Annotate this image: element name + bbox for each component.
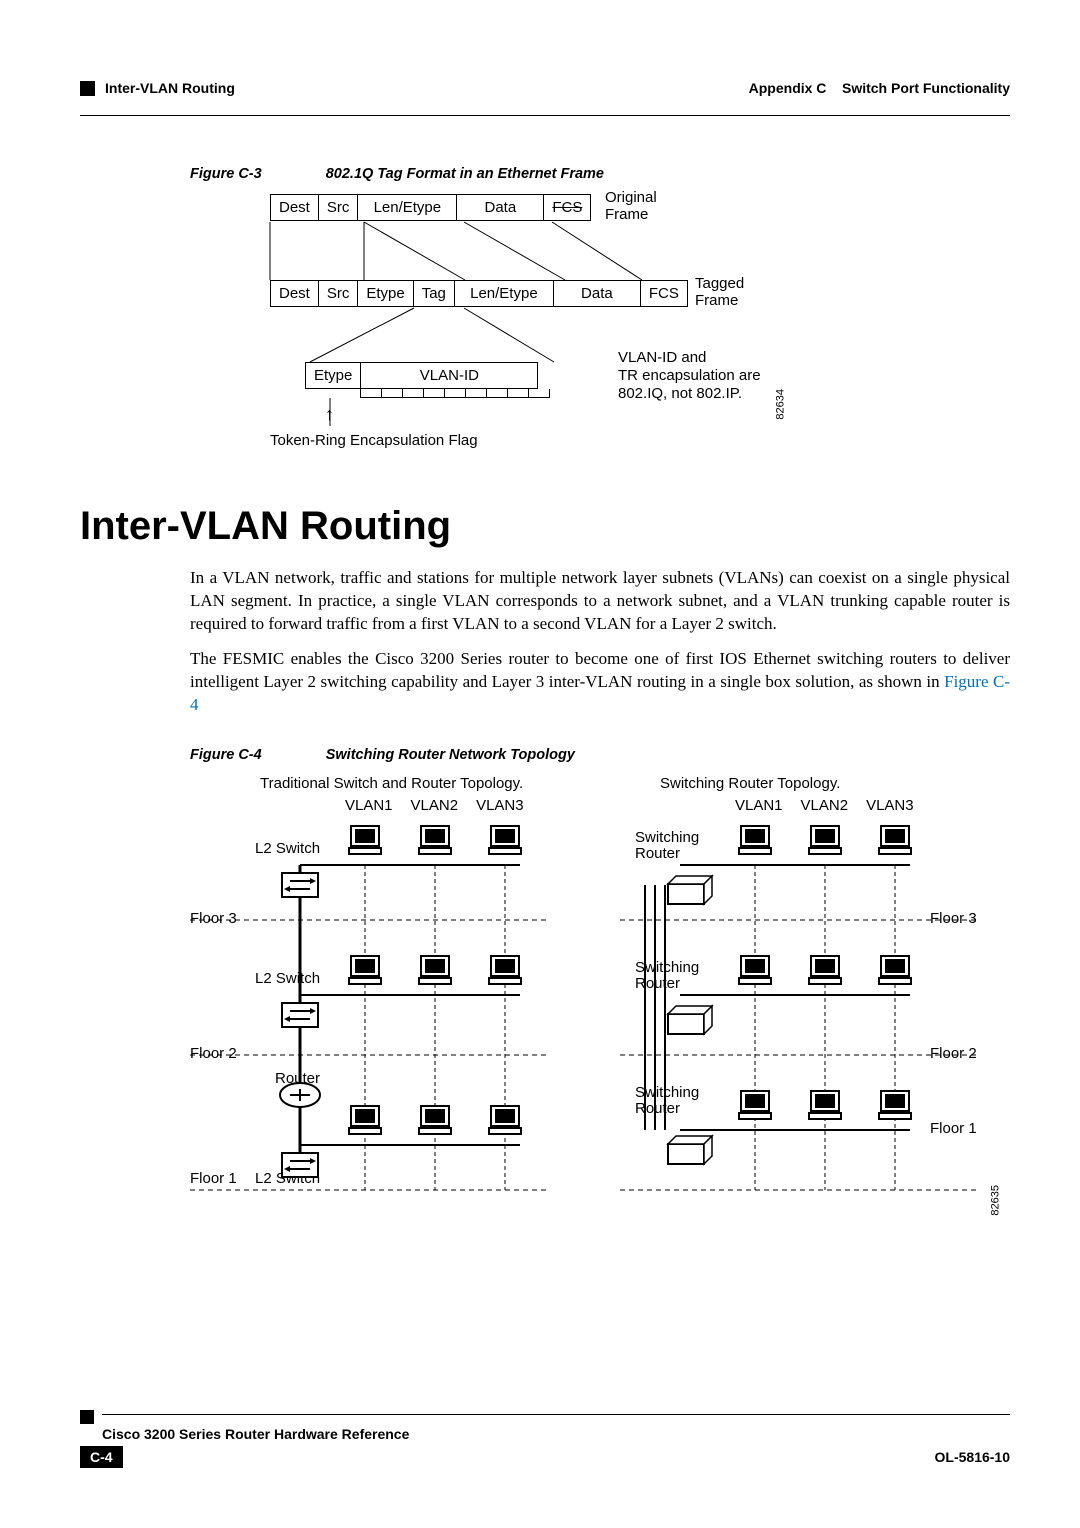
orig-lenetype: Len/Etype	[357, 194, 457, 221]
arrow-up-icon: ↑	[325, 404, 334, 425]
body-text: In a VLAN network, traffic and stations …	[190, 567, 1010, 717]
orig-data: Data	[456, 194, 544, 221]
section-title: Inter-VLAN Routing	[80, 504, 1010, 549]
tag-lenetype: Len/Etype	[454, 280, 554, 307]
tag-tag: Tag	[413, 280, 455, 307]
page-header: Inter-VLAN Routing Appendix C Switch Por…	[80, 80, 1010, 96]
figure-c3-caption: Figure C-3 802.1Q Tag Format in an Ether…	[190, 166, 1010, 182]
figure-c4-caption: Figure C-4 Switching Router Network Topo…	[190, 747, 1010, 763]
detail-vlanid: VLAN-ID	[360, 362, 538, 389]
orig-dest: Dest	[270, 194, 319, 221]
doc-id: OL-5816-10	[935, 1449, 1010, 1465]
orig-fcs: FCS	[543, 194, 591, 221]
figure-c4-id: 82635	[990, 1185, 1002, 1216]
vlan-note: VLAN-ID and TR encapsulation are 802.IQ,…	[618, 349, 761, 403]
tag-dest: Dest	[270, 280, 319, 307]
tagged-frame-label: Tagged Frame	[695, 276, 744, 309]
detail-etype: Etype	[305, 362, 361, 389]
tag-data: Data	[553, 280, 641, 307]
figure-c3-title: 802.1Q Tag Format in an Ethernet Frame	[326, 166, 604, 182]
tag-src: Src	[318, 280, 359, 307]
header-marker	[80, 81, 95, 96]
paragraph-2: The FESMIC enables the Cisco 3200 Series…	[190, 648, 1010, 717]
tr-encap-flag: Token-Ring Encapsulation Flag	[270, 432, 478, 449]
figure-c3-id: 82634	[775, 389, 787, 420]
tag-etype: Etype	[357, 280, 413, 307]
paragraph-1: In a VLAN network, traffic and stations …	[190, 567, 1010, 636]
header-section: Inter-VLAN Routing	[105, 80, 235, 96]
figure-c3-label: Figure C-3	[190, 166, 262, 182]
footer-marker	[80, 1410, 94, 1424]
header-appendix-title: Switch Port Functionality	[842, 80, 1010, 96]
figure-c4-label: Figure C-4	[190, 747, 262, 763]
header-appendix: Appendix C	[749, 80, 827, 96]
figure-c4-title: Switching Router Network Topology	[326, 747, 575, 763]
orig-src: Src	[318, 194, 359, 221]
page-number: C-4	[80, 1446, 123, 1468]
figure-c3: Dest Src Len/Etype Data FCS Original Fra…	[190, 194, 910, 464]
figure-c4: Traditional Switch and Router Topology. …	[190, 775, 990, 1225]
tag-fcs: FCS	[640, 280, 688, 307]
footer-doc-title: Cisco 3200 Series Router Hardware Refere…	[102, 1426, 1010, 1442]
page-footer: Cisco 3200 Series Router Hardware Refere…	[80, 1410, 1010, 1468]
original-frame-label: Original Frame	[605, 190, 657, 223]
